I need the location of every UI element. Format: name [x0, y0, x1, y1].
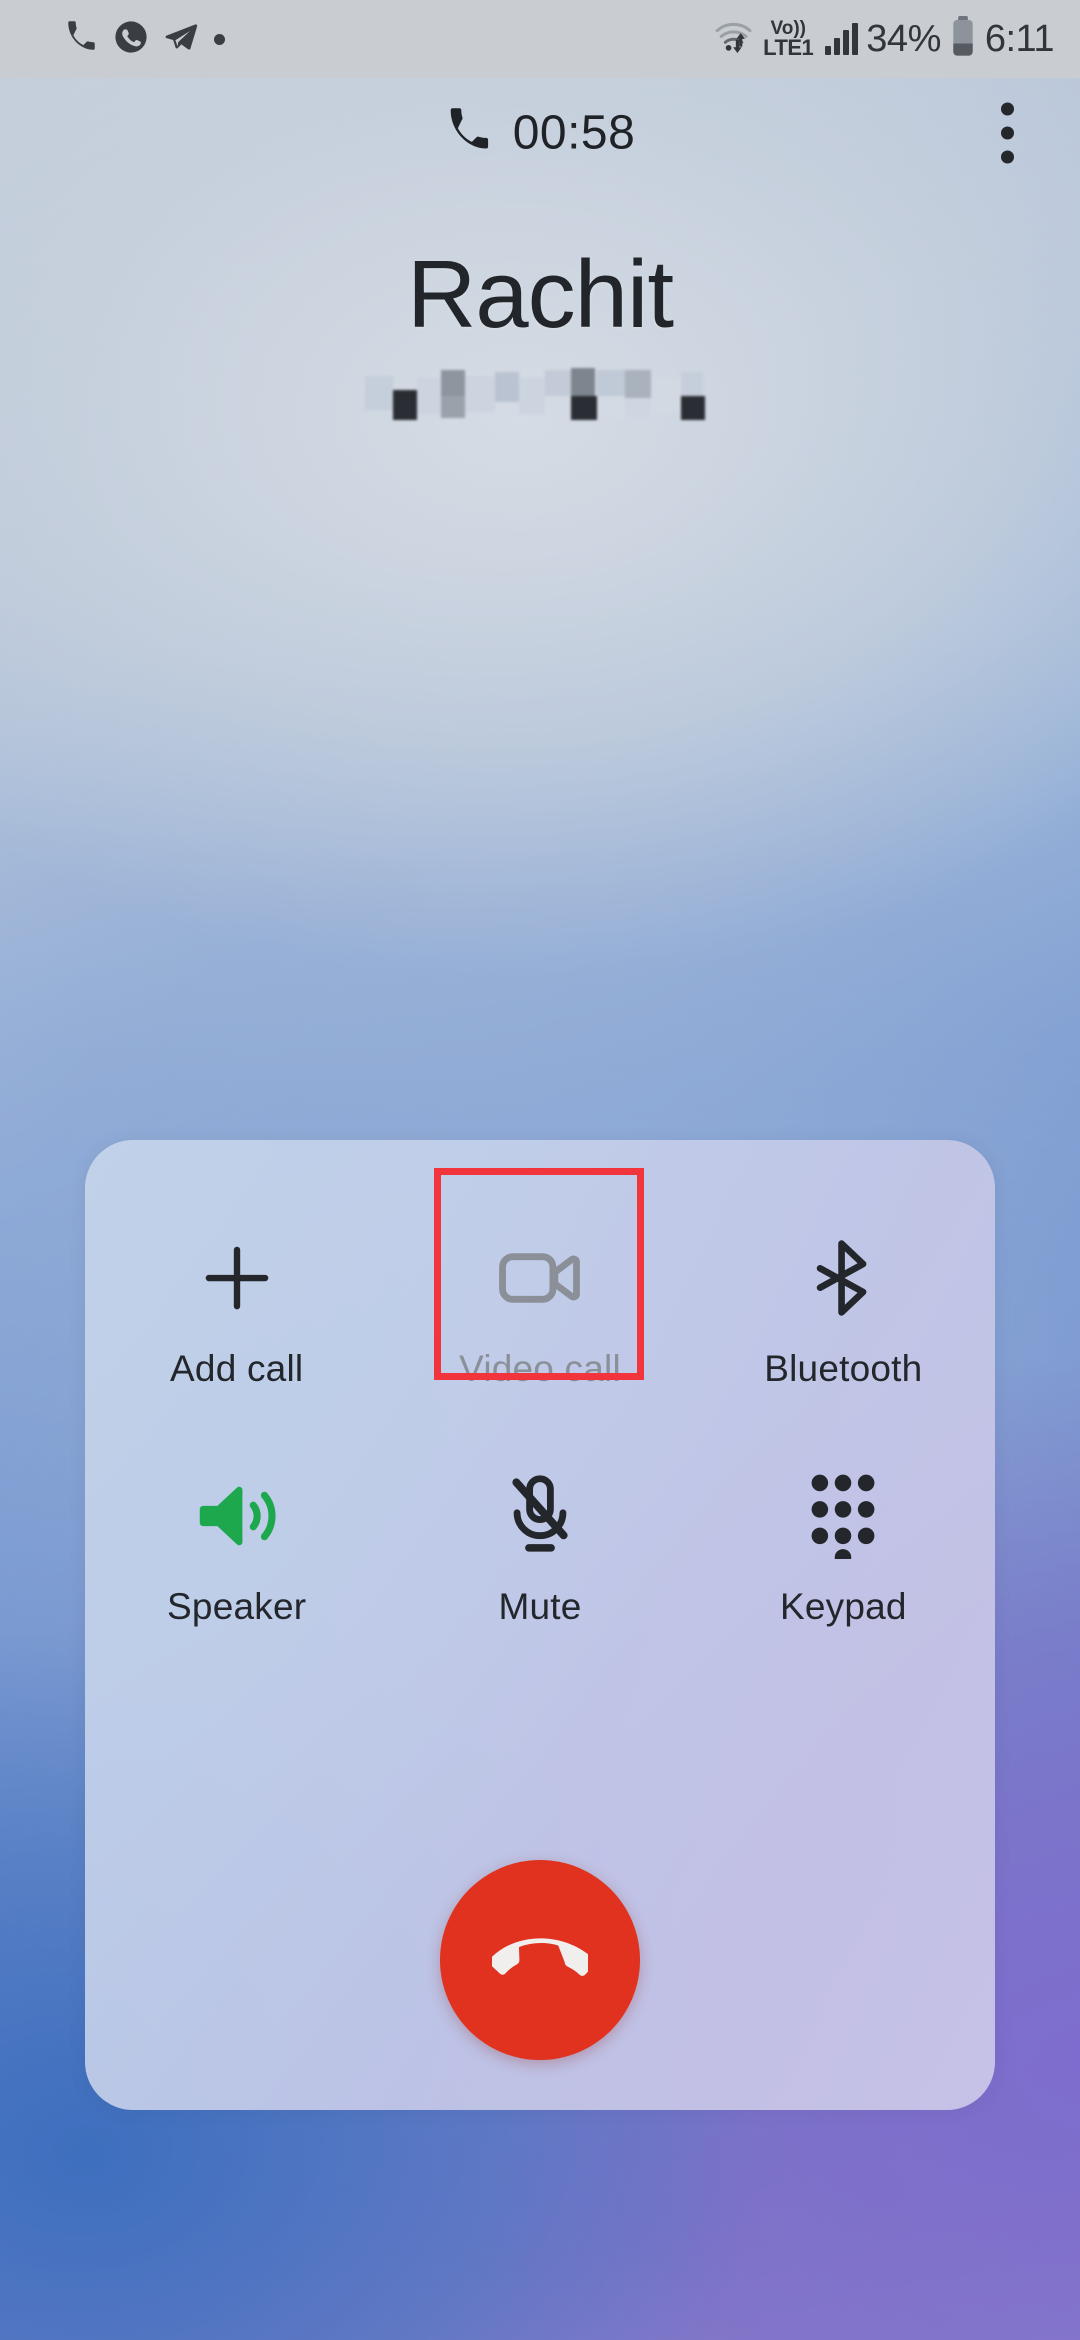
plus-icon — [192, 1230, 282, 1326]
call-controls-panel: Add call Video call Bluetooth Speaker Mu… — [85, 1140, 995, 2110]
video-camera-icon — [498, 1230, 582, 1326]
call-duration-label: 00:58 — [512, 106, 636, 160]
bluetooth-button[interactable]: Bluetooth — [692, 1212, 995, 1400]
mute-label: Mute — [498, 1586, 582, 1627]
add-call-button[interactable]: Add call — [85, 1212, 388, 1400]
call-screen: Vo)) LTE1 34% 6:11 00:58 Rachit Add call… — [0, 0, 1080, 2340]
more-vertical-icon[interactable] — [987, 89, 1028, 178]
status-bar: Vo)) LTE1 34% 6:11 — [0, 0, 1080, 78]
dot-icon — [214, 33, 225, 45]
keypad-button[interactable]: Keypad — [692, 1450, 995, 1638]
call-header: 00:58 — [0, 78, 1080, 188]
battery-icon — [949, 15, 977, 63]
volte-indicator: Vo)) LTE1 — [763, 19, 814, 60]
wifi-data-icon — [713, 17, 757, 62]
keypad-label: Keypad — [779, 1586, 907, 1627]
volte-bottom-label: LTE1 — [763, 34, 814, 60]
keypad-icon — [806, 1468, 880, 1564]
whatsapp-icon — [114, 20, 148, 59]
contact-info: Rachit — [0, 240, 1080, 426]
bluetooth-icon — [800, 1230, 886, 1326]
microphone-muted-icon — [497, 1468, 583, 1564]
contact-number-redacted — [365, 368, 715, 426]
clock-label: 6:11 — [984, 17, 1055, 60]
end-call-row — [85, 1860, 995, 2060]
video-call-button[interactable]: Video call — [388, 1212, 691, 1400]
bluetooth-label: Bluetooth — [764, 1348, 923, 1389]
signal-bars-icon — [825, 23, 859, 55]
end-call-icon — [488, 1910, 596, 2011]
call-controls-grid: Add call Video call Bluetooth Speaker Mu… — [85, 1212, 995, 1638]
call-timer: 00:58 — [445, 106, 636, 161]
status-bar-notifications — [64, 20, 225, 59]
speaker-label: Speaker — [167, 1586, 307, 1627]
add-call-label: Add call — [170, 1348, 304, 1389]
phone-handset-icon — [445, 107, 493, 160]
contact-name: Rachit — [406, 241, 674, 348]
telegram-icon — [164, 20, 198, 59]
mute-button[interactable]: Mute — [388, 1450, 691, 1638]
video-call-label: Video call — [459, 1348, 621, 1389]
status-bar-system: Vo)) LTE1 34% 6:11 — [713, 15, 1055, 63]
speaker-icon — [193, 1468, 281, 1564]
speaker-button[interactable]: Speaker — [85, 1450, 388, 1638]
battery-percent-label: 34% — [866, 17, 941, 60]
end-call-button[interactable] — [440, 1860, 640, 2060]
phone-icon — [64, 20, 98, 59]
